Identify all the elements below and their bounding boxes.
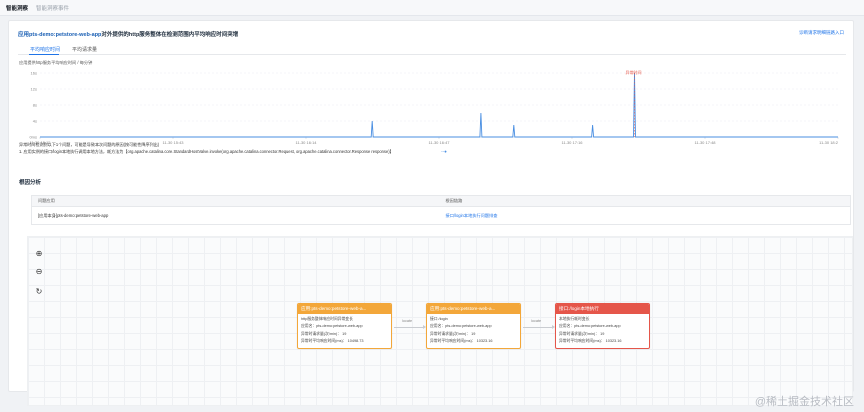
x-tick-label: 11-30 16:47 [428,140,450,145]
topology-edge-line [394,327,424,328]
node-line: 异常时平均响应时间(ms)： 10323.16 [430,339,493,344]
node-line: 接口:/login [430,317,448,321]
topology-node-root-cause[interactable]: 接口:/login本地执行 本地执行耗时变长 应用名：pts-demo:pets… [555,303,650,349]
diagnose-trace-link[interactable]: 诊断请求明细链路入口 [799,30,844,36]
root-cause-link[interactable]: 接口/login本地执行问题排查 [440,207,851,225]
y-tick-label: 16s [31,71,37,76]
node-line: 异常时请求量(次/min)： 19 [430,331,476,336]
tab-avg-request-count[interactable]: 平均请求量 [72,46,97,53]
result-detail: 1. 应用实例的接口/login本地执行调用本地方法，耗方法为【org.apac… [19,149,394,154]
x-tick-label: 11-30 15:43 [162,140,184,145]
x-tick-label: 11-30 16:14 [295,140,317,145]
node-line: 应用名：pts-demo:petstore-web-app [559,324,621,329]
node-line: 异常时请求量(次/min)： 19 [559,331,605,336]
zoom-in-icon[interactable]: ⊕ [32,247,46,261]
tab-avg-response-time[interactable]: 平均响应时间 [30,46,60,53]
node-line: 应用名：pts-demo:petstore-web-app [301,324,363,329]
table-cell-app: [应用本身]pts-demo:petstore-web-app [38,212,109,218]
node-line: 异常时平均响应时间(ms)： 10498.73 [301,339,364,344]
y-tick-label: 12s [31,87,37,92]
table-row: [应用本身]pts-demo:petstore-web-app 接口/login… [32,207,851,225]
y-tick-label: 8s [33,103,37,108]
reset-icon[interactable]: ↻ [32,285,46,299]
card-title: 应用pts-demo:petstore-web-app对外提供的http服务整体… [18,30,238,38]
section-title: 根因分析 [19,180,42,186]
tab-smart-insight[interactable]: 智能洞察 [6,4,28,12]
node-line: 本地执行耗时变长 [559,317,590,321]
tab-smart-insight-events[interactable]: 智能洞察事件 [36,4,69,12]
anomaly-label: 异常时间 [626,69,642,75]
topology-edge-line [523,327,553,328]
node-title: 应用:pts-demo:petstore-web-a... [427,304,520,314]
result-summary: 异常时间检测到以下1个问题，可能是导致本次问题的原因(按可能性降序列出) [19,142,160,147]
topology-canvas[interactable]: ⊕ ⊖ ↻ 应用:pts-demo:petstore-web-a... http… [27,236,853,406]
card-title-app[interactable]: 应用pts-demo:petstore-web-app [18,32,101,38]
y-tick-label: 0ms [29,135,37,140]
root-cause-table: 问题应用 根因链路 [应用本身]pts-demo:petstore-web-ap… [31,195,851,225]
card-title-text: 对外提供的http服务整体在检测范围内平均响应时间突增 [101,32,239,38]
topology-node-app[interactable]: 应用:pts-demo:petstore-web-a... http服务整体响应… [297,303,392,349]
topology-node-interface[interactable]: 应用:pts-demo:petstore-web-a... 接口:/login … [426,303,521,349]
zoom-out-icon[interactable]: ⊖ [32,265,46,279]
table-header-app: 问题应用 [31,195,440,207]
insight-card: 应用pts-demo:petstore-web-app对外提供的http服务整体… [8,20,854,406]
series-line [40,72,838,138]
edge-label: locate [531,319,542,323]
node-line: 应用名：pts-demo:petstore-web-app [430,324,492,329]
legend-label: --● [441,149,447,154]
watermark: @稀土掘金技术社区 [754,396,854,408]
active-tab-indicator [29,54,59,55]
table-header-cause: 根因链路 [439,195,851,207]
y-tick-label: 4s [33,119,37,124]
top-tab-bar: 智能洞察 智能洞察事件 [0,0,864,16]
metric-tabs: 平均响应时间 平均请求量 [18,44,846,55]
edge-label: locate [402,319,413,323]
node-line: 异常时请求量(次/min)： 19 [301,331,347,336]
x-tick-label: 11-30 17:48 [694,140,716,145]
x-tick-label: 11-30 18:2 [819,140,839,145]
table-header-row: 问题应用 根因链路 [31,195,851,207]
x-tick-label: 11-30 17:16 [561,140,583,145]
node-title: 接口:/login本地执行 [556,304,649,314]
node-line: http服务整体响应时间异常变长 [301,317,353,321]
node-line: 异常时平均响应时间(ms)： 10323.16 [559,339,622,344]
node-title: 应用:pts-demo:petstore-web-a... [298,304,391,314]
